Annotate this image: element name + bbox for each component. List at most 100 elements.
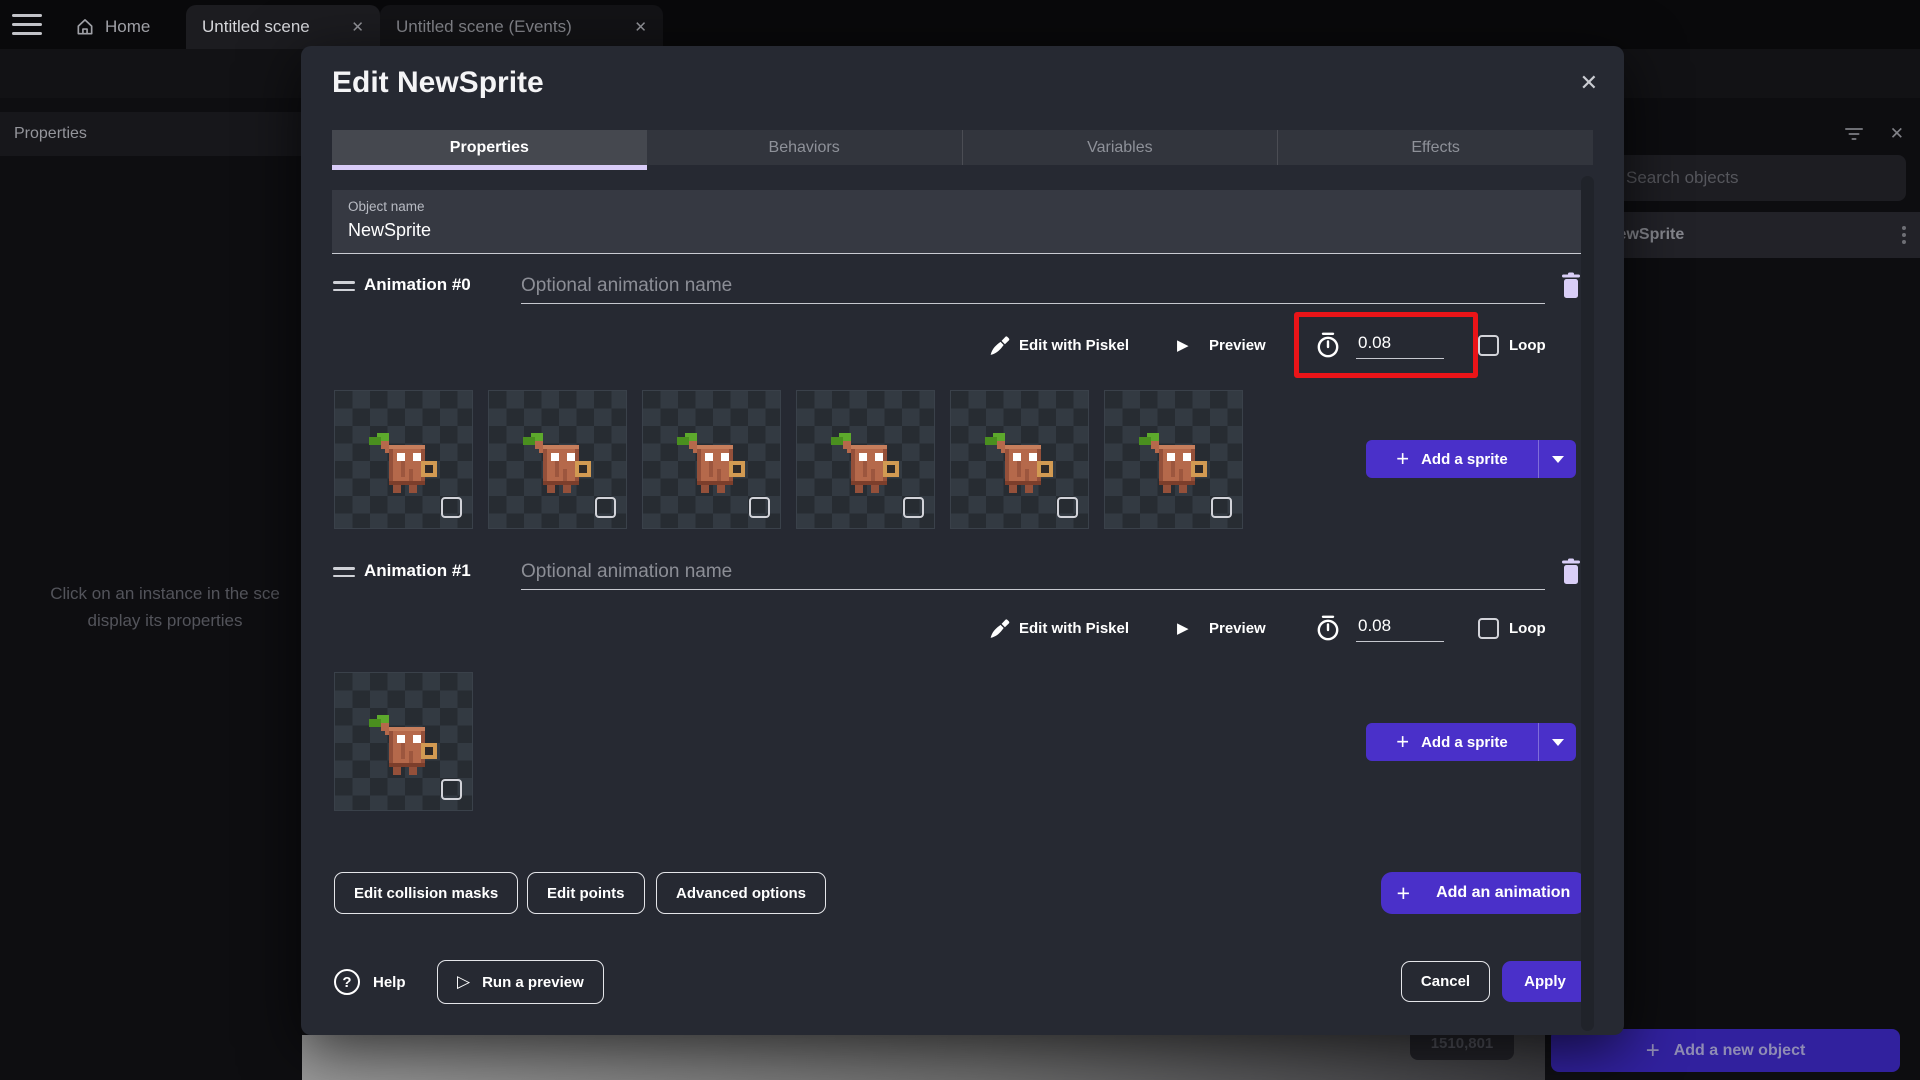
frame-select-checkbox[interactable] [595, 497, 616, 518]
animation-1-header: Animation #1 [317, 554, 1608, 594]
brush-icon[interactable] [987, 325, 1012, 365]
time-between-frames-field[interactable] [1356, 608, 1444, 648]
pig-sprite-image [369, 715, 437, 775]
filter-icon[interactable] [1844, 126, 1864, 142]
edit-with-piskel-button[interactable]: Edit with Piskel [1019, 325, 1129, 365]
search-objects-input[interactable] [1606, 155, 1906, 201]
add-sprite-dropdown[interactable] [1539, 455, 1576, 463]
play-icon[interactable]: ▶ [1177, 608, 1189, 648]
more-options-icon[interactable] [1902, 226, 1906, 244]
help-button[interactable]: ? Help [334, 959, 406, 1005]
add-a-sprite-button[interactable]: + Add a sprite [1366, 723, 1576, 761]
delete-animation-icon[interactable] [1560, 272, 1582, 299]
preview-button[interactable]: Preview [1209, 608, 1266, 648]
tab-untitled-scene-events[interactable]: Untitled scene (Events) ✕ [380, 5, 663, 49]
pig-sprite-image [985, 433, 1053, 493]
sprite-frame-tile[interactable] [642, 390, 781, 529]
frame-select-checkbox[interactable] [1057, 497, 1078, 518]
dialog-close-icon[interactable]: ✕ [1580, 70, 1598, 96]
run-a-preview-button[interactable]: ▷ Run a preview [437, 960, 604, 1004]
sprite-frame-tile[interactable] [488, 390, 627, 529]
chevron-down-icon [1551, 455, 1564, 463]
apply-button[interactable]: Apply [1502, 961, 1588, 1002]
dialog-scrollbar[interactable] [1581, 176, 1594, 1031]
tab-home[interactable]: Home [59, 5, 186, 49]
sprite-frame-tile[interactable] [1104, 390, 1243, 529]
properties-panel-title: Properties [14, 125, 87, 142]
sprite-frame-tile[interactable] [950, 390, 1089, 529]
properties-panel: Properties Click on an instance in the s… [0, 98, 302, 1080]
animation-1-frames [334, 672, 473, 811]
edit-with-piskel-button[interactable]: Edit with Piskel [1019, 608, 1129, 648]
tab-effects[interactable]: Effects [1278, 130, 1593, 165]
frame-select-checkbox[interactable] [749, 497, 770, 518]
pig-sprite-image [831, 433, 899, 493]
brush-icon[interactable] [987, 608, 1012, 648]
pig-sprite-image [523, 433, 591, 493]
delete-animation-icon[interactable] [1560, 558, 1582, 585]
sprite-frame-tile[interactable] [796, 390, 935, 529]
home-icon [77, 19, 93, 35]
animation-0-label: Animation #0 [364, 275, 471, 294]
objects-panel: ✕ NewSprite [1600, 98, 1920, 1080]
sprite-frame-tile[interactable] [334, 390, 473, 529]
frame-select-checkbox[interactable] [441, 497, 462, 518]
top-tab-bar: Home Untitled scene ✕ Untitled scene (Ev… [0, 0, 1920, 49]
tab-scene-label: Untitled scene [202, 17, 310, 36]
loop-label: Loop [1509, 619, 1546, 637]
play-outline-icon: ▷ [457, 972, 471, 991]
chevron-down-icon [1551, 738, 1564, 746]
frame-select-checkbox[interactable] [903, 497, 924, 518]
tab-untitled-scene[interactable]: Untitled scene ✕ [186, 5, 380, 49]
preview-button[interactable]: Preview [1209, 325, 1266, 365]
animation-1-actions: Edit with Piskel ▶ Preview Loop [301, 608, 1592, 648]
cancel-button[interactable]: Cancel [1401, 961, 1490, 1002]
close-icon[interactable]: ✕ [351, 18, 364, 36]
add-an-animation-button[interactable]: + Add an animation [1381, 872, 1586, 914]
hamburger-menu-icon[interactable] [12, 14, 42, 35]
object-name-value[interactable]: NewSprite [348, 220, 1577, 241]
dialog-tab-bar: Properties Behaviors Variables Effects [332, 130, 1593, 170]
play-icon[interactable]: ▶ [1177, 325, 1189, 365]
object-name-field[interactable]: Object name NewSprite [332, 190, 1593, 254]
stopwatch-icon [1314, 608, 1342, 648]
help-icon: ? [334, 969, 360, 995]
time-between-frames-field[interactable] [1356, 325, 1444, 365]
animation-0-actions: Edit with Piskel ▶ Preview Loop [301, 325, 1592, 365]
frame-select-checkbox[interactable] [1211, 497, 1232, 518]
tab-behaviors[interactable]: Behaviors [646, 130, 963, 165]
loop-checkbox[interactable] [1478, 617, 1499, 639]
pig-sprite-image [1139, 433, 1207, 493]
animation-1-name-input[interactable] [521, 554, 1545, 590]
frame-select-checkbox[interactable] [441, 779, 462, 800]
animation-0-name-input[interactable] [521, 268, 1545, 304]
pig-sprite-image [369, 433, 437, 493]
advanced-options-button[interactable]: Advanced options [656, 872, 827, 914]
add-a-sprite-button[interactable]: + Add a sprite [1366, 440, 1576, 478]
objects-panel-header: ✕ [1600, 112, 1920, 156]
close-icon[interactable]: ✕ [634, 18, 647, 36]
edit-points-button[interactable]: Edit points [527, 872, 645, 914]
tab-events-label: Untitled scene (Events) [396, 17, 572, 36]
app-window: Home Untitled scene ✕ Untitled scene (Ev… [0, 0, 1920, 1080]
properties-empty-message: Click on an instance in the sce display … [50, 584, 280, 630]
pig-sprite-image [677, 433, 745, 493]
loop-checkbox[interactable] [1478, 334, 1499, 356]
drag-handle-icon[interactable] [333, 281, 355, 296]
edit-collision-masks-button[interactable]: Edit collision masks [334, 872, 519, 914]
close-panel-icon[interactable]: ✕ [1890, 124, 1904, 144]
sprite-frame-tile[interactable] [334, 672, 473, 811]
add-sprite-dropdown[interactable] [1539, 738, 1576, 746]
scene-canvas-edge [302, 1035, 1545, 1080]
tab-variables[interactable]: Variables [962, 130, 1279, 165]
add-new-object-button[interactable]: + Add a new object [1551, 1029, 1900, 1072]
time-between-frames-input[interactable] [1356, 331, 1444, 359]
tab-properties[interactable]: Properties [332, 130, 647, 170]
object-name-label: Object name [348, 199, 425, 214]
plus-icon: + [1645, 1036, 1660, 1064]
plus-icon: + [1396, 729, 1410, 754]
object-list-item[interactable]: NewSprite [1600, 212, 1920, 258]
time-between-frames-input[interactable] [1356, 614, 1444, 642]
animation-1-label: Animation #1 [364, 561, 471, 580]
drag-handle-icon[interactable] [333, 567, 355, 582]
